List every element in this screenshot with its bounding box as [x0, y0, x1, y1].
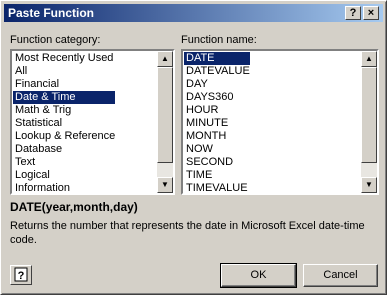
paste-function-dialog: Paste Function ? × Function category: Mo…	[0, 0, 387, 295]
scroll-thumb[interactable]	[361, 67, 377, 163]
scroll-down-icon[interactable]: ▼	[157, 177, 173, 193]
category-list-item[interactable]: Most Recently Used	[13, 52, 115, 65]
category-list-item[interactable]: Date & Time	[13, 91, 116, 104]
function-name-label: Function name:	[181, 34, 257, 46]
close-button[interactable]: ×	[363, 6, 379, 20]
office-assistant-button[interactable]: ?	[10, 265, 32, 285]
category-list-item[interactable]: Database	[13, 143, 115, 156]
scroll-down-icon[interactable]: ▼	[361, 177, 377, 193]
function-list-item[interactable]: DAYS360	[184, 91, 250, 104]
category-scrollbar[interactable]: ▲ ▼	[157, 51, 173, 193]
category-list-item[interactable]: Lookup & Reference	[13, 130, 115, 143]
function-description: Returns the number that represents the d…	[10, 220, 365, 246]
category-list-item[interactable]: Logical	[13, 169, 115, 182]
function-list-item[interactable]: NOW	[184, 143, 250, 156]
svg-text:?: ?	[18, 270, 25, 282]
window-title: Paste Function	[8, 6, 95, 20]
function-list-item[interactable]: DATE	[184, 52, 250, 65]
function-syntax: DATE(year,month,day)	[10, 200, 138, 214]
function-list-item[interactable]: TIMEVALUE	[184, 182, 250, 193]
ok-button[interactable]: OK	[220, 263, 297, 288]
scroll-thumb[interactable]	[157, 67, 173, 163]
category-list-item[interactable]: Statistical	[13, 117, 115, 130]
function-list-item[interactable]: HOUR	[184, 104, 250, 117]
category-list-item[interactable]: Information	[13, 182, 115, 193]
category-listbox[interactable]: Most Recently Used All Financial Date & Tim…	[10, 49, 175, 195]
category-list-item[interactable]: Text	[13, 156, 115, 169]
function-list-item[interactable]: SECOND	[184, 156, 250, 169]
title-help-button[interactable]: ?	[345, 6, 361, 20]
cancel-button[interactable]: Cancel	[303, 264, 378, 287]
function-scrollbar[interactable]: ▲ ▼	[361, 51, 377, 193]
category-items: Most Recently Used All Financial Date & Tim…	[13, 52, 116, 193]
category-list-item[interactable]: Math & Trig	[13, 104, 115, 117]
category-list-item[interactable]: Financial	[13, 78, 115, 91]
function-list-item[interactable]: DATEVALUE	[184, 65, 250, 78]
function-items: DATE DATEVALUE DAY DAYS360 HOUR MINUTE MONTH NO…	[184, 52, 250, 193]
scroll-up-icon[interactable]: ▲	[361, 51, 377, 67]
function-list-item[interactable]: MONTH	[184, 130, 250, 143]
function-list-item[interactable]: TIME	[184, 169, 250, 182]
help-icon: ?	[14, 267, 28, 282]
category-list-item[interactable]: All	[13, 65, 115, 78]
scroll-up-icon[interactable]: ▲	[157, 51, 173, 67]
function-list-item[interactable]: DAY	[184, 78, 250, 91]
function-listbox[interactable]: DATE DATEVALUE DAY DAYS360 HOUR MINUTE MONTH NO…	[181, 49, 379, 195]
title-bar[interactable]: Paste Function ? ×	[4, 4, 383, 22]
function-list-item[interactable]: MINUTE	[184, 117, 250, 130]
category-label: Function category:	[10, 34, 101, 46]
